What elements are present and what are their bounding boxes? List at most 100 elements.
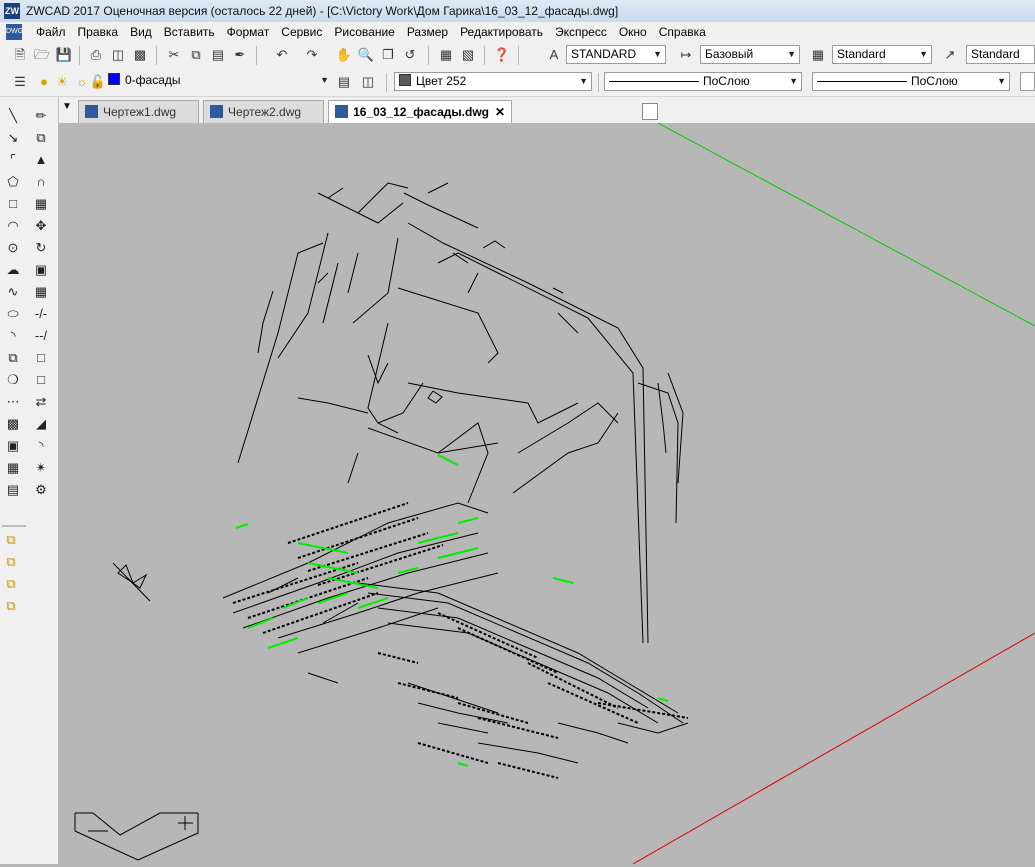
layer-manager-icon[interactable]: ☰ [10,72,30,92]
edit-properties-icon[interactable]: ⚙ [30,479,52,501]
break-at-point-icon[interactable]: □ [30,347,52,369]
multiline-text-icon[interactable]: ▤ [2,479,24,501]
arc-icon[interactable]: ◠ [2,215,24,237]
color-select[interactable]: Цвет 252 ▼ [394,72,592,91]
polyline-icon[interactable]: ⌜ [2,149,24,171]
lineweight-select[interactable]: ПоСлою ▼ [812,72,1010,91]
join-icon[interactable]: ⇄ [30,391,52,413]
print-preview-icon[interactable]: ◫ [108,45,128,65]
menu-view[interactable]: Вид [124,25,158,39]
ellipse-icon[interactable]: ⬭ [2,303,24,325]
menu-insert[interactable]: Вставить [158,25,221,39]
break-icon[interactable]: □ [30,369,52,391]
print-icon[interactable]: ⎙ [86,45,106,65]
insert-block-icon[interactable]: ⧉ [2,347,24,369]
explode-icon[interactable]: ✴ [30,457,52,479]
extend-icon[interactable]: --/ [30,325,52,347]
mirror-icon[interactable]: ▲ [30,149,52,171]
hatch-icon[interactable]: ▩ [2,413,24,435]
trim-icon[interactable]: -/- [30,303,52,325]
menu-express[interactable]: Экспресс [549,25,613,39]
zoom-window-icon[interactable]: ❐ [378,45,398,65]
text-style-select[interactable]: STANDARD ▼ [566,45,666,64]
design-center-icon[interactable]: ▧ [458,45,478,65]
copy-icon[interactable]: ⧉ [186,45,206,65]
make-current-layer-icon[interactable]: ▤ [334,72,354,92]
publish-icon[interactable]: ▩ [130,45,150,65]
offset-icon[interactable]: ∩ [30,171,52,193]
multileader-style-select[interactable]: Standard [966,45,1035,64]
undo-icon[interactable]: ↶ [272,45,292,65]
bring-above-icon[interactable]: ⧉ [0,573,22,595]
cut-icon[interactable]: ✂ [164,45,184,65]
tab-drawing1[interactable]: Чертеж1.dwg [78,100,200,123]
zoom-realtime-icon[interactable]: 🔍 [356,45,376,65]
menu-draw[interactable]: Рисование [328,25,400,39]
menu-modify[interactable]: Редактировать [454,25,549,39]
table-icon[interactable]: ▦ [2,457,24,479]
plot-style-select[interactable] [1020,72,1035,91]
document-menu-icon[interactable]: DWG [6,24,23,40]
point-icon[interactable]: ⋯ [2,391,24,413]
make-block-icon[interactable]: ❍ [2,369,24,391]
save-icon[interactable]: 💾 [54,45,74,65]
linetype-select[interactable]: ПоСлою ▼ [604,72,802,91]
send-to-back-icon[interactable]: ⧉ [0,551,22,573]
new-tab-button[interactable] [642,103,658,120]
layer-previous-icon[interactable]: ◫ [358,72,378,92]
copy-object-icon[interactable]: ⧉ [30,127,52,149]
bring-to-front-icon[interactable]: ⧉ [0,529,22,551]
menu-format[interactable]: Формат [221,25,276,39]
rectangle-icon[interactable]: □ [2,193,24,215]
chamfer-icon[interactable]: ◢ [30,413,52,435]
spline-icon[interactable]: ∿ [2,281,24,303]
menu-file[interactable]: Файл [30,25,72,39]
pan-icon[interactable]: ✋ [334,45,354,65]
y-axis-line [657,122,1035,327]
revision-cloud-icon[interactable]: ☁ [2,259,24,281]
dim-style-icon[interactable]: ↦ [676,45,696,65]
properties-icon[interactable]: ▦ [436,45,456,65]
line-icon[interactable]: ╲ [2,105,24,127]
move-icon[interactable]: ✥ [30,215,52,237]
match-properties-icon[interactable]: ✒ [230,45,250,65]
close-tab-icon[interactable]: ✕ [495,101,505,123]
table-style-select[interactable]: Standard ▼ [832,45,932,64]
layer-on-lightbulb-icon[interactable]: ● [34,72,54,92]
array-icon[interactable]: ▦ [30,193,52,215]
new-file-icon[interactable]: 🗎 [10,45,30,65]
xline-icon[interactable]: ↘ [2,127,24,149]
dim-style-select[interactable]: Базовый ▼ [700,45,800,64]
multileader-style-icon[interactable]: ↗ [940,45,960,65]
layer-thaw-sun-icon[interactable]: ☀ [52,72,72,92]
help-icon[interactable]: ❓ [492,45,512,65]
ellipse-arc-icon[interactable]: ◝ [2,325,24,347]
erase-icon[interactable]: ✏ [30,105,52,127]
region-icon[interactable]: ▣ [2,435,24,457]
fillet-icon[interactable]: ◝ [30,435,52,457]
zoom-previous-icon[interactable]: ↺ [400,45,420,65]
drawing-canvas[interactable] [58,122,1035,865]
open-file-icon[interactable]: 🗁 [32,45,52,65]
tab-facades[interactable]: 16_03_12_фасады.dwg ✕ [328,100,512,123]
scale-icon[interactable]: ▣ [30,259,52,281]
menu-tools[interactable]: Сервис [275,25,328,39]
menu-edit[interactable]: Правка [72,25,125,39]
table-style-icon[interactable]: ▦ [808,45,828,65]
color-name: Цвет 252 [416,74,467,88]
send-under-icon[interactable]: ⧉ [0,595,22,617]
text-style-icon[interactable]: A [544,45,564,65]
tabs-menu-button[interactable]: ▼ [62,101,72,112]
menu-help[interactable]: Справка [653,25,712,39]
circle-icon[interactable]: ⊙ [2,237,24,259]
stretch-icon[interactable]: ▦ [30,281,52,303]
paste-icon[interactable]: ▤ [208,45,228,65]
menu-window[interactable]: Окно [613,25,653,39]
layer-select[interactable]: 0-фасады ▼ [104,72,332,91]
polygon-icon[interactable]: ⬠ [2,171,24,193]
dwg-file-icon [85,105,98,118]
tab-drawing2[interactable]: Чертеж2.dwg [203,100,325,123]
rotate-icon[interactable]: ↻ [30,237,52,259]
menu-dimension[interactable]: Размер [401,25,454,39]
redo-icon[interactable]: ↷ [302,45,322,65]
